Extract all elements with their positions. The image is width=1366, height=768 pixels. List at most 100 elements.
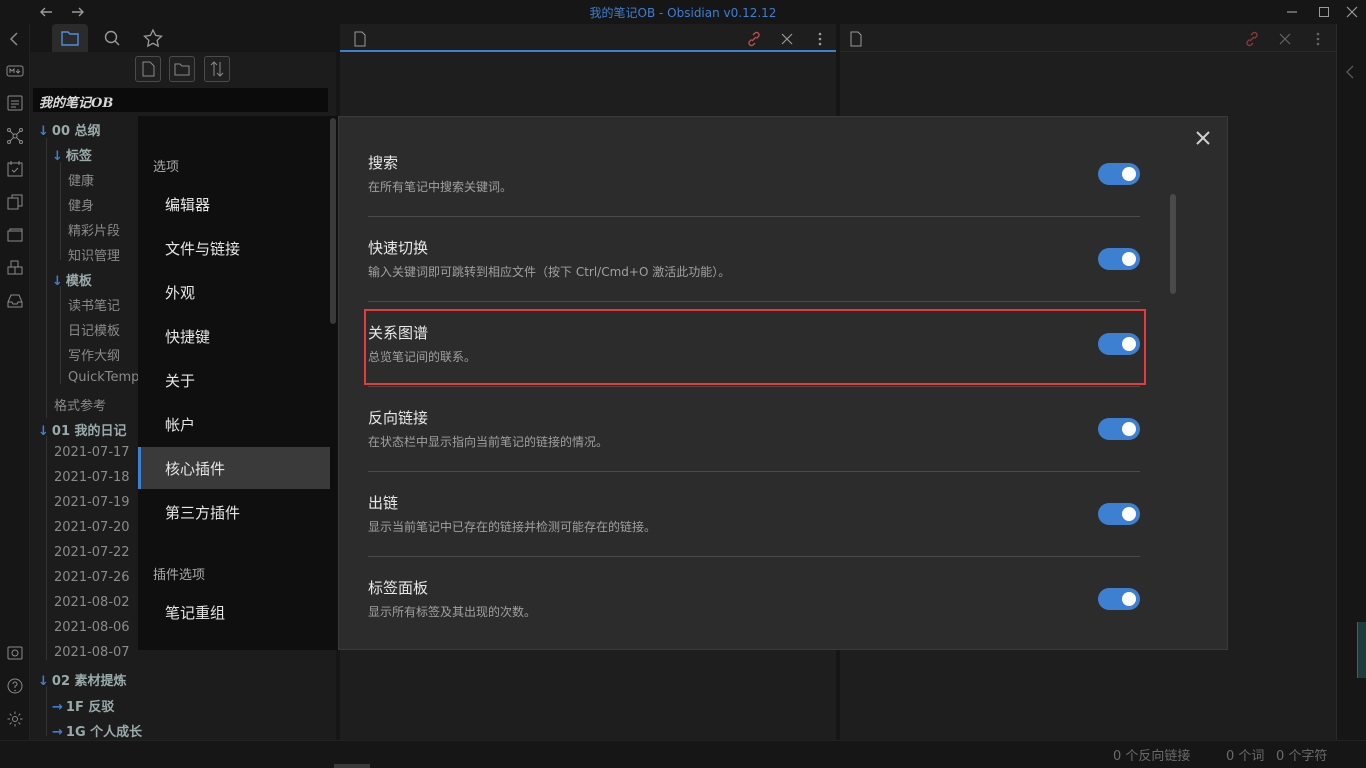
archive-icon[interactable] — [6, 292, 24, 310]
help-icon[interactable] — [6, 677, 24, 695]
tree-folder[interactable]: → 1F 反驳 — [52, 696, 114, 716]
more-options-icon[interactable] — [812, 30, 828, 48]
tree-file[interactable]: 知识管理 — [68, 245, 120, 265]
link-icon[interactable] — [1244, 30, 1260, 48]
minimize-icon[interactable] — [1284, 4, 1300, 20]
plugin-name: 标签面板 — [368, 579, 429, 597]
markdown-importer-icon[interactable] — [6, 62, 24, 80]
nav-item[interactable]: 外观 — [138, 271, 330, 313]
tab-file-explorer[interactable] — [52, 24, 88, 52]
plugin-row: 快速切换 输入关键词即可跳转到相应文件（按下 Ctrl/Cmd+O 激活此功能）。 — [368, 217, 1140, 302]
tree-file[interactable]: 健康 — [68, 170, 94, 190]
tree-item-label: 1F 反驳 — [65, 700, 115, 715]
tree-file[interactable]: 2021-08-02 — [54, 595, 130, 615]
graph-view-icon[interactable] — [6, 127, 24, 145]
nav-item[interactable]: 核心插件 — [138, 447, 330, 489]
plugin-toggle[interactable] — [1098, 418, 1140, 440]
tree-file[interactable]: 2021-07-19 — [54, 495, 130, 515]
nav-item-plugin-option[interactable]: 笔记重组 — [138, 591, 330, 633]
tree-file[interactable]: 2021-07-17 — [54, 445, 130, 465]
indent-guide — [46, 686, 47, 736]
tree-file[interactable]: 精彩片段 — [68, 220, 120, 240]
plugin-name: 出链 — [368, 494, 399, 512]
pane-header-right — [840, 24, 1336, 52]
tree-file[interactable]: 2021-08-06 — [54, 620, 130, 640]
tree-file[interactable]: 格式参考 — [54, 395, 106, 415]
nav-scrollbar[interactable] — [330, 118, 336, 324]
plugin-toggle[interactable] — [1098, 588, 1140, 610]
expand-right-icon[interactable] — [1342, 62, 1358, 82]
new-folder-button[interactable] — [169, 56, 195, 82]
nav-item[interactable]: 编辑器 — [138, 183, 330, 225]
close-window-icon[interactable] — [1344, 4, 1360, 20]
toggle-knob — [1122, 592, 1136, 606]
status-words: 0 个词 — [1226, 749, 1265, 764]
nav-item[interactable]: 帐户 — [138, 403, 330, 445]
plugin-toggle[interactable] — [1098, 503, 1140, 525]
nav-item[interactable]: 第三方插件 — [138, 491, 330, 533]
maximize-icon[interactable] — [1316, 4, 1332, 20]
plugin-description: 在状态栏中显示指向当前笔记的链接的情况。 — [368, 435, 609, 449]
star-icon[interactable] — [140, 26, 166, 50]
scroll-thumb[interactable] — [334, 764, 370, 768]
plugin-toggle[interactable] — [1098, 163, 1140, 185]
tree-folder[interactable]: ↓ 01 我的日记 — [38, 420, 127, 440]
sort-order-button[interactable] — [204, 56, 230, 82]
arrow-down-icon[interactable]: ↓ — [38, 674, 49, 689]
collapse-left-icon[interactable] — [6, 30, 24, 48]
tree-item-label: 2021-07-26 — [54, 570, 130, 585]
nav-item[interactable]: 快捷键 — [138, 315, 330, 357]
tree-folder[interactable]: → 1G 个人成长 — [52, 721, 142, 741]
tree-file[interactable]: 读书笔记 — [68, 295, 120, 315]
arrow-right-icon[interactable]: → — [52, 700, 63, 715]
tree-file[interactable]: 2021-07-26 — [54, 570, 130, 590]
workspaces-icon[interactable] — [6, 259, 24, 277]
content-scrollbar[interactable] — [1170, 194, 1176, 294]
plugin-description: 在所有笔记中搜索关键词。 — [368, 180, 513, 194]
tree-folder[interactable]: ↓ 模板 — [52, 270, 92, 290]
arrow-down-icon[interactable]: ↓ — [38, 124, 49, 139]
close-pane-icon[interactable] — [779, 30, 795, 48]
tree-file[interactable]: 健身 — [68, 195, 94, 215]
tree-folder[interactable]: ↓ 标签 — [52, 145, 92, 165]
plugin-toggle[interactable] — [1098, 248, 1140, 270]
tree-item-label: 健身 — [68, 199, 95, 214]
tree-folder[interactable]: ↓ 02 素材提炼 — [38, 670, 127, 690]
arrow-down-icon[interactable]: ↓ — [52, 274, 63, 289]
vault-switcher-icon[interactable] — [6, 644, 24, 662]
search-icon[interactable] — [100, 26, 126, 50]
quick-switcher-icon[interactable] — [6, 94, 24, 112]
templates-icon[interactable] — [6, 193, 24, 211]
plugin-name: 搜索 — [368, 154, 399, 172]
tree-item-label: 1G 个人成长 — [65, 725, 143, 740]
tree-file[interactable]: 2021-07-22 — [54, 545, 130, 565]
plugin-name: 快速切换 — [368, 239, 429, 257]
tree-file[interactable]: QuickTemp — [68, 370, 139, 390]
close-pane-icon[interactable] — [1277, 30, 1293, 48]
tree-file[interactable]: 日记模板 — [68, 320, 120, 340]
daily-note-icon[interactable] — [6, 160, 24, 178]
indent-guide — [46, 138, 47, 418]
nav-item[interactable]: 关于 — [138, 359, 330, 401]
tree-file[interactable]: 写作大纲 — [68, 345, 120, 365]
tree-folder[interactable]: ↓ 00 总纲 — [38, 120, 101, 140]
settings-gear-icon[interactable] — [6, 710, 24, 728]
nav-item[interactable]: 文件与链接 — [138, 227, 330, 269]
slides-icon[interactable] — [6, 226, 24, 244]
more-options-icon[interactable] — [1310, 30, 1326, 48]
link-icon[interactable] — [746, 30, 762, 48]
new-note-button[interactable] — [135, 56, 161, 82]
status-chars: 0 个字符 — [1276, 749, 1328, 764]
scroll-indicator[interactable] — [1357, 622, 1366, 678]
arrow-down-icon[interactable]: ↓ — [52, 149, 63, 164]
tree-file[interactable]: 2021-07-20 — [54, 520, 130, 540]
arrow-right-icon[interactable]: → — [52, 725, 63, 740]
tree-item-label: 00 总纲 — [51, 124, 101, 139]
document-icon — [848, 30, 864, 48]
tree-file[interactable]: 2021-07-18 — [54, 470, 130, 490]
tree-item-label: 写作大纲 — [68, 349, 121, 364]
tree-file[interactable]: 2021-08-07 — [54, 645, 130, 665]
toggle-knob — [1122, 167, 1136, 181]
close-icon[interactable] — [1194, 129, 1212, 147]
arrow-down-icon[interactable]: ↓ — [38, 424, 49, 439]
